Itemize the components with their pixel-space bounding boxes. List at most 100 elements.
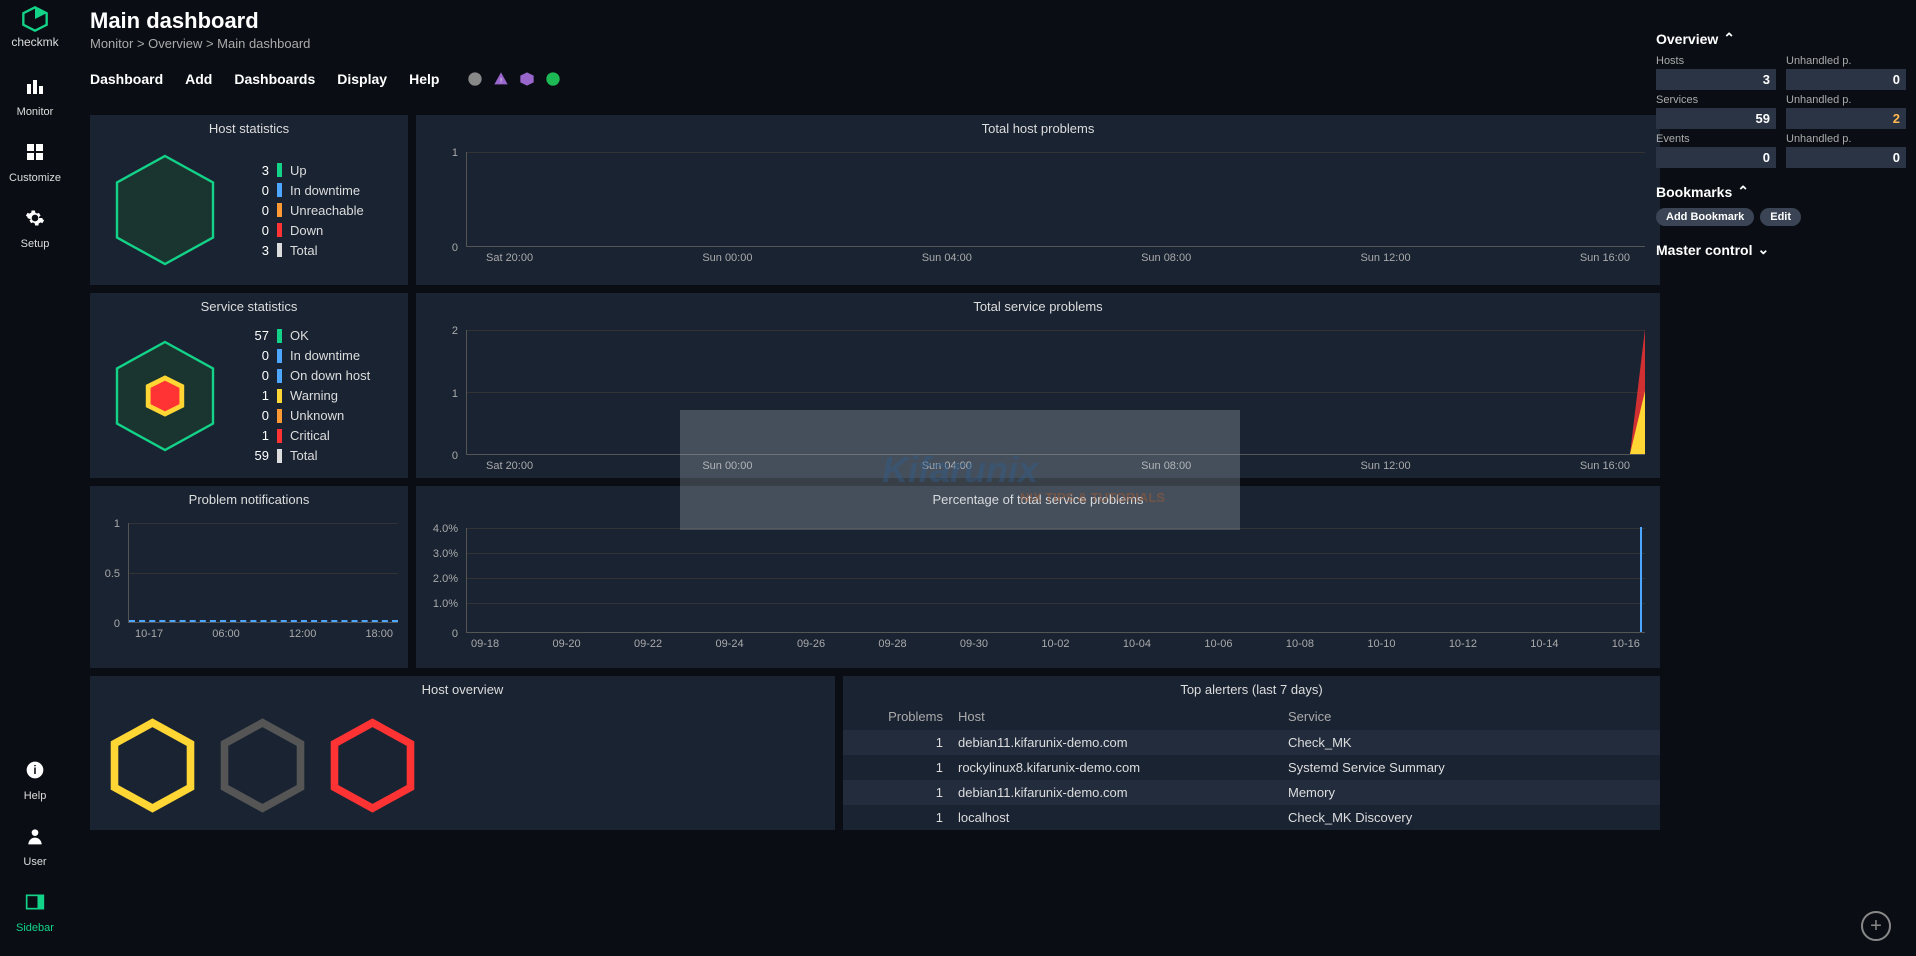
- panel-total-service-problems: Total service problems 2 1 0 Sat 20:00 S…: [416, 293, 1660, 478]
- overview-stat[interactable]: Events 0: [1656, 133, 1776, 168]
- chart-problem-notifications[interactable]: 1 0.5 0 10-17 06:00 12:00 18:00: [90, 513, 408, 643]
- stat-color-swatch: [277, 329, 282, 343]
- sidebar-label: Monitor: [17, 106, 54, 118]
- stat-row[interactable]: 3 Up: [245, 163, 364, 178]
- sidebar-label: Customize: [9, 172, 61, 184]
- stat-label: Total: [290, 448, 317, 463]
- service-stats-hexagon[interactable]: [105, 336, 225, 456]
- panel-total-host-problems: Total host problems 1 0 Sat 20:00 Sun 00…: [416, 115, 1660, 285]
- overview-stat[interactable]: Unhandled p. 0: [1786, 55, 1906, 90]
- host-stats-hexagon[interactable]: [105, 150, 225, 270]
- overview-stat[interactable]: Hosts 3: [1656, 55, 1776, 90]
- stat-label: On down host: [290, 368, 370, 383]
- stat-label: Hosts: [1656, 55, 1776, 67]
- hexagon-icon[interactable]: [518, 70, 536, 88]
- sidebar-item-sidebar[interactable]: Sidebar: [16, 892, 54, 934]
- stat-row[interactable]: 0 Unknown: [245, 408, 370, 423]
- stat-color-swatch: [277, 389, 282, 403]
- overview-section-header[interactable]: Overview ⌃: [1656, 30, 1906, 47]
- sidebar-item-customize[interactable]: Customize: [9, 142, 61, 184]
- stat-color-swatch: [277, 449, 282, 463]
- col-header-host[interactable]: Host: [958, 709, 1288, 724]
- chart-total-host-problems[interactable]: 1 0 Sat 20:00 Sun 00:00 Sun 04:00 Sun 08…: [416, 142, 1660, 267]
- host-hexagon[interactable]: [215, 718, 310, 813]
- alert-row[interactable]: 1 debian11.kifarunix-demo.com Check_MK: [843, 730, 1660, 755]
- col-header-service[interactable]: Service: [1288, 709, 1645, 724]
- stat-count: 1: [245, 428, 269, 443]
- logo[interactable]: checkmk: [11, 5, 58, 49]
- stat-count: 0: [245, 183, 269, 198]
- host-hexagon[interactable]: [325, 718, 420, 813]
- stat-label: Unknown: [290, 408, 344, 423]
- panel-title: Host statistics: [90, 115, 408, 142]
- menu-dashboards[interactable]: Dashboards: [234, 71, 315, 87]
- stat-row[interactable]: 3 Total: [245, 243, 364, 258]
- stat-row[interactable]: 57 OK: [245, 328, 370, 343]
- menu-display[interactable]: Display: [337, 71, 387, 87]
- overview-stat[interactable]: Services 59: [1656, 94, 1776, 129]
- alert-problems: 1: [858, 735, 958, 750]
- stat-row[interactable]: 0 In downtime: [245, 348, 370, 363]
- alert-host: debian11.kifarunix-demo.com: [958, 735, 1288, 750]
- alert-host: debian11.kifarunix-demo.com: [958, 785, 1288, 800]
- stat-count: 3: [245, 163, 269, 178]
- stat-label: Events: [1656, 133, 1776, 145]
- stat-row[interactable]: 0 In downtime: [245, 183, 364, 198]
- panel-problem-notifications: Problem notifications 1 0.5 0 10-17 06:0…: [90, 486, 408, 668]
- breadcrumb[interactable]: Monitor > Overview > Main dashboard: [90, 36, 310, 51]
- chart-total-service-problems[interactable]: 2 1 0 Sat 20:00 Sun 00:00 Sun 04:00 Sun …: [416, 320, 1660, 475]
- add-dashlet-button[interactable]: +: [1861, 911, 1891, 941]
- panel-top-alerters: Top alerters (last 7 days) Problems Host…: [843, 676, 1660, 830]
- warning-icon[interactable]: !: [492, 70, 510, 88]
- panel-service-statistics: Service statistics 57 OK 0 In downtime 0…: [90, 293, 408, 478]
- panel-title: Host overview: [90, 676, 835, 703]
- bookmarks-section-header[interactable]: Bookmarks ⌃: [1656, 183, 1906, 200]
- panel-title: Total service problems: [416, 293, 1660, 320]
- menu-dashboard[interactable]: Dashboard: [90, 71, 163, 87]
- alert-row[interactable]: 1 rockylinux8.kifarunix-demo.com Systemd…: [843, 755, 1660, 780]
- menu-add[interactable]: Add: [185, 71, 212, 87]
- edit-bookmark-button[interactable]: Edit: [1760, 208, 1801, 226]
- sidebar-item-user[interactable]: User: [23, 826, 46, 868]
- alert-row[interactable]: 1 localhost Check_MK Discovery: [843, 805, 1660, 830]
- panel-host-overview: Host overview: [90, 676, 835, 830]
- sidebar-item-monitor[interactable]: Monitor: [17, 76, 54, 118]
- spotify-icon[interactable]: [544, 70, 562, 88]
- stat-label: Services: [1656, 94, 1776, 106]
- right-sidebar: Overview ⌃ Hosts 3 Unhandled p. 0 Servic…: [1656, 15, 1906, 266]
- alert-problems: 1: [858, 810, 958, 825]
- stat-count: 0: [245, 203, 269, 218]
- panel-pct-service-problems: Percentage of total service problems 4.0…: [416, 486, 1660, 668]
- stat-value: 3: [1656, 69, 1776, 90]
- sidebar-item-setup[interactable]: Setup: [21, 208, 50, 250]
- menu-help[interactable]: Help: [409, 71, 439, 87]
- stat-count: 3: [245, 243, 269, 258]
- grid-icon: [25, 142, 45, 168]
- stat-row[interactable]: 0 On down host: [245, 368, 370, 383]
- stat-row[interactable]: 1 Critical: [245, 428, 370, 443]
- stat-row[interactable]: 0 Down: [245, 223, 364, 238]
- stat-label: Unhandled p.: [1786, 133, 1906, 145]
- stat-color-swatch: [277, 349, 282, 363]
- stat-label: Warning: [290, 388, 338, 403]
- chart-pct-service-problems[interactable]: 4.0% 3.0% 2.0% 1.0% 0 09-1809-2009-2209-…: [416, 513, 1660, 668]
- stat-label: In downtime: [290, 348, 360, 363]
- overview-stat[interactable]: Unhandled p. 2: [1786, 94, 1906, 129]
- master-control-section-header[interactable]: Master control ⌄: [1656, 241, 1906, 258]
- globe-icon[interactable]: [466, 70, 484, 88]
- overview-stat[interactable]: Unhandled p. 0: [1786, 133, 1906, 168]
- stat-row[interactable]: 1 Warning: [245, 388, 370, 403]
- alert-row[interactable]: 1 debian11.kifarunix-demo.com Memory: [843, 780, 1660, 805]
- stat-label: OK: [290, 328, 309, 343]
- col-header-problems[interactable]: Problems: [858, 709, 958, 724]
- sidebar-item-help[interactable]: i Help: [24, 760, 47, 802]
- chevron-down-icon: ⌄: [1757, 241, 1769, 258]
- stat-row[interactable]: 0 Unreachable: [245, 203, 364, 218]
- stat-row[interactable]: 59 Total: [245, 448, 370, 463]
- chevron-up-icon: ⌃: [1723, 30, 1735, 47]
- alert-service: Memory: [1288, 785, 1645, 800]
- host-hexagon[interactable]: [105, 718, 200, 813]
- add-bookmark-button[interactable]: Add Bookmark: [1656, 208, 1754, 226]
- stat-label: Down: [290, 223, 323, 238]
- stat-label: Unhandled p.: [1786, 55, 1906, 67]
